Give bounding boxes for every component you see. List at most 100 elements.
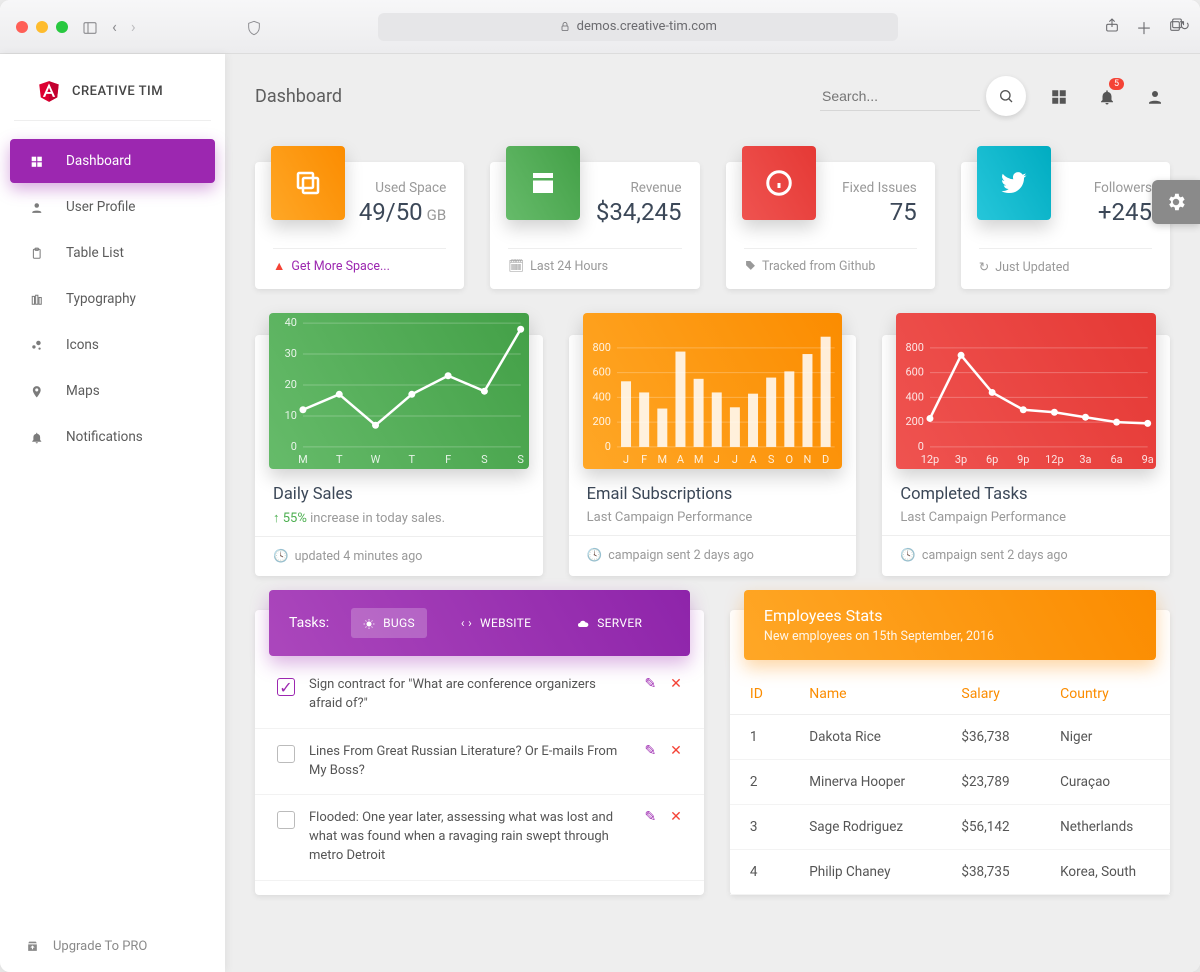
brand[interactable]: CREATIVE TIM	[14, 78, 211, 121]
chart-subtitle: Last Campaign Performance	[900, 510, 1152, 525]
col-salary: Salary	[941, 674, 1040, 715]
delete-icon[interactable]: ✕	[670, 743, 682, 759]
upgrade-label: Upgrade To PRO	[53, 939, 147, 954]
stat-card-fixed-issues: Fixed Issues 75 Tracked from Github	[726, 162, 935, 289]
edit-icon[interactable]: ✎	[644, 809, 656, 825]
sidebar-item-notifications[interactable]: Notifications	[10, 415, 215, 459]
svg-text:T: T	[336, 453, 343, 466]
employees-card: Employees Stats New employees on 15th Se…	[730, 610, 1170, 895]
chart-subtitle: Last Campaign Performance	[587, 510, 839, 525]
svg-text:9p: 9p	[1017, 453, 1029, 466]
task-checkbox[interactable]: ✓	[277, 678, 295, 696]
reload-icon[interactable]: ↻	[1179, 19, 1200, 34]
tab-server[interactable]: SERVER	[565, 608, 654, 638]
chart-title: Email Subscriptions	[587, 485, 839, 504]
svg-text:A: A	[749, 453, 757, 466]
window-max-dot[interactable]	[56, 21, 68, 33]
svg-text:J: J	[732, 453, 738, 466]
page-title: Dashboard	[255, 86, 342, 107]
task-row: Flooded: One year later, assessing what …	[255, 795, 704, 881]
cell-country: Niger	[1040, 715, 1170, 760]
address-bar[interactable]: demos.creative-tim.com ↻	[378, 13, 898, 41]
tab-website[interactable]: ‹ › WEBSITE	[449, 608, 543, 638]
chart-title: Daily Sales	[273, 485, 525, 504]
search-button[interactable]	[986, 76, 1026, 116]
sidebar-toggle-icon[interactable]	[82, 17, 98, 36]
cloud-icon	[577, 616, 589, 630]
stat-value: 49/50	[359, 198, 423, 226]
svg-text:20: 20	[285, 378, 297, 391]
nav-forward-icon[interactable]: ›	[131, 17, 136, 36]
sidebar-item-label: Dashboard	[66, 153, 131, 169]
cell-name: Minerva Hooper	[789, 760, 941, 805]
cell-id: 3	[730, 805, 789, 850]
dashboard-grid-icon[interactable]	[1044, 80, 1074, 113]
sidebar-item-table-list[interactable]: Table List	[10, 231, 215, 275]
svg-text:600: 600	[906, 366, 925, 379]
svg-text:0: 0	[604, 440, 610, 453]
search-input[interactable]	[820, 82, 980, 111]
delete-icon[interactable]: ✕	[670, 676, 682, 692]
svg-text:T: T	[409, 453, 416, 466]
svg-text:12p: 12p	[921, 453, 940, 466]
nav-back-icon[interactable]: ‹	[112, 17, 117, 36]
cell-name: Dakota Rice	[789, 715, 941, 760]
warning-icon: ▲	[273, 259, 285, 274]
chart-card-daily-sales: 010203040MTWTFSS Daily Sales ↑ 55% incre…	[255, 335, 543, 576]
stat-card-used-space: Used Space 49/50GB ▲ Get More Space...	[255, 162, 464, 289]
delete-icon[interactable]: ✕	[670, 809, 682, 825]
tab-label: WEBSITE	[480, 616, 531, 630]
twitter-icon	[977, 146, 1051, 220]
table-row: 3 Sage Rodriguez $56,142 Netherlands	[730, 805, 1170, 850]
sidebar-item-dashboard[interactable]: Dashboard	[10, 139, 215, 183]
bell-icon	[26, 429, 48, 445]
tasks-label: Tasks:	[289, 615, 329, 631]
stat-footer-link[interactable]: Get More Space...	[291, 259, 390, 274]
cell-salary: $36,738	[941, 715, 1040, 760]
svg-text:J: J	[713, 453, 719, 466]
svg-text:S: S	[481, 453, 488, 466]
edit-icon[interactable]: ✎	[644, 676, 656, 692]
notifications-button[interactable]: 5	[1092, 80, 1122, 113]
svg-text:J: J	[623, 453, 629, 466]
chart-footer: campaign sent 2 days ago	[922, 548, 1068, 563]
table-row: 2 Minerva Hooper $23,789 Curaçao	[730, 760, 1170, 805]
svg-text:400: 400	[592, 390, 611, 403]
employees-title: Employees Stats	[764, 606, 1136, 625]
sidebar-item-label: Table List	[66, 245, 124, 261]
svg-text:200: 200	[592, 415, 611, 428]
sidebar-item-maps[interactable]: Maps	[10, 369, 215, 413]
refresh-icon: ↻	[979, 259, 989, 275]
tab-label: SERVER	[597, 616, 642, 630]
task-row: Lines From Great Russian Literature? Or …	[255, 729, 704, 796]
bug-icon	[363, 616, 375, 630]
cell-name: Sage Rodriguez	[789, 805, 941, 850]
tab-bugs[interactable]: BUGS	[351, 608, 427, 638]
sidebar-item-user-profile[interactable]: User Profile	[10, 185, 215, 229]
cell-salary: $38,735	[941, 850, 1040, 895]
settings-button[interactable]	[1152, 180, 1200, 224]
task-checkbox[interactable]	[277, 745, 295, 763]
edit-icon[interactable]: ✎	[644, 743, 656, 759]
address-text: demos.creative-tim.com	[577, 19, 717, 34]
tasks-header: Tasks: BUGS ‹ › WEBSITE SER	[269, 590, 690, 656]
svg-text:3p: 3p	[955, 453, 967, 466]
account-icon[interactable]	[1140, 80, 1170, 113]
shield-icon[interactable]	[246, 17, 262, 36]
new-tab-icon[interactable]: ＋	[1136, 15, 1152, 39]
sidebar-item-icons[interactable]: Icons	[10, 323, 215, 367]
share-icon[interactable]	[1104, 15, 1120, 39]
task-checkbox[interactable]	[277, 811, 295, 829]
stat-footer: Tracked from Github	[762, 259, 875, 274]
chart-subtitle: increase in today sales.	[307, 511, 445, 526]
chart-footer: campaign sent 2 days ago	[608, 548, 754, 563]
sidebar-item-label: Typography	[66, 291, 136, 307]
sidebar-item-typography[interactable]: Typography	[10, 277, 215, 321]
upgrade-link[interactable]: Upgrade To PRO	[0, 921, 225, 972]
window-min-dot[interactable]	[36, 21, 48, 33]
col-name: Name	[789, 674, 941, 715]
cell-country: Korea, South	[1040, 850, 1170, 895]
window-close-dot[interactable]	[16, 21, 28, 33]
cell-name: Philip Chaney	[789, 850, 941, 895]
stat-footer: Just Updated	[995, 260, 1069, 275]
